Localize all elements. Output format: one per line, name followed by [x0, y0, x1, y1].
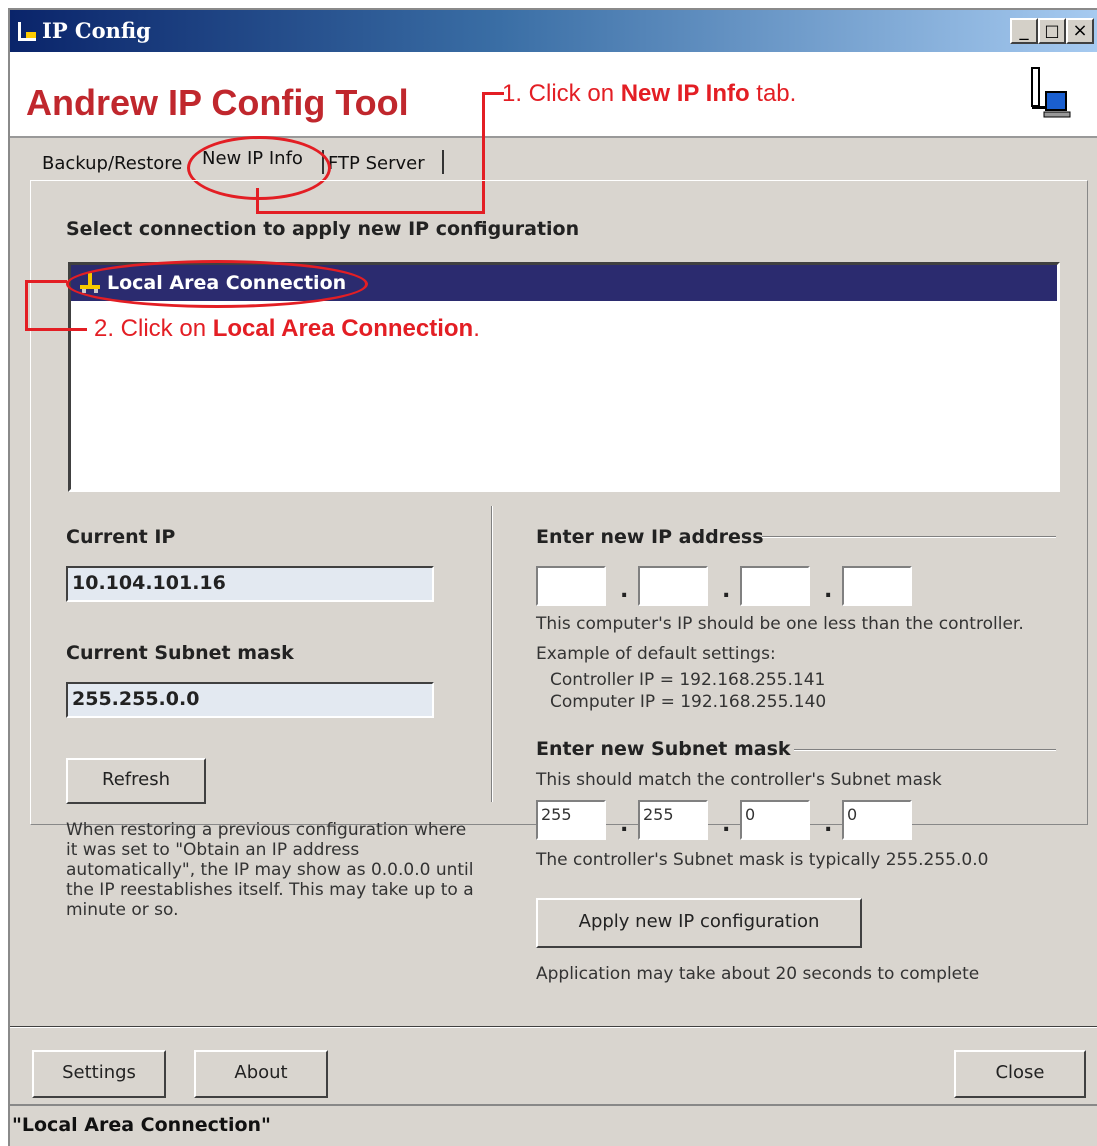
octet-dot: . [722, 578, 731, 603]
new-ip-octet-3[interactable] [740, 566, 810, 606]
connection-heading: Select connection to apply new IP config… [66, 218, 580, 240]
new-subnet-heading: Enter new Subnet mask [536, 738, 791, 760]
window-title: IP Config [42, 18, 151, 43]
app-icon [18, 22, 36, 41]
new-subnet-octet-3[interactable]: 0 [740, 800, 810, 840]
minimize-button[interactable]: _ [1010, 18, 1038, 44]
octet-dot: . [722, 812, 731, 837]
refresh-button[interactable]: Refresh [66, 758, 206, 804]
annotation-line [25, 280, 67, 283]
current-subnet-field: 255.255.0.0 [66, 682, 434, 718]
title-bar[interactable]: IP Config _ □ × [10, 10, 1097, 52]
footer-divider [10, 1026, 1097, 1028]
tab-divider [442, 150, 444, 174]
current-subnet-label: Current Subnet mask [66, 642, 294, 664]
octet-dot: . [620, 578, 629, 603]
subnet-typical-note: The controller's Subnet mask is typicall… [536, 850, 989, 870]
octet-dot: . [824, 812, 833, 837]
section-rule [794, 749, 1056, 751]
example-computer-ip: Computer IP = 192.168.255.140 [550, 692, 827, 712]
tab-ftp-server[interactable]: FTP Server [328, 153, 425, 174]
computer-network-icon [1031, 67, 1071, 118]
annotation-step-2: 2. Click on Local Area Connection. [94, 315, 480, 342]
status-text: "Local Area Connection" [12, 1114, 271, 1136]
status-bar: "Local Area Connection" [10, 1104, 1097, 1146]
new-ip-heading: Enter new IP address [536, 526, 764, 548]
annotation-line [482, 92, 504, 95]
new-ip-octet-1[interactable] [536, 566, 606, 606]
ip-config-window: IP Config _ □ × Andrew IP Config Tool Ba… [8, 8, 1097, 1146]
new-subnet-octet-4[interactable]: 0 [842, 800, 912, 840]
close-window-button[interactable]: × [1066, 18, 1094, 44]
annotation-line [25, 280, 28, 330]
ip-hint: This computer's IP should be one less th… [536, 614, 1024, 634]
tab-backup-restore[interactable]: Backup/Restore [42, 153, 182, 174]
octet-dot: . [620, 812, 629, 837]
connection-highlight-circle [66, 260, 368, 308]
maximize-button[interactable]: □ [1038, 18, 1066, 44]
new-subnet-octet-1[interactable]: 255 [536, 800, 606, 840]
new-subnet-octet-2[interactable]: 255 [638, 800, 708, 840]
new-ip-octet-2[interactable] [638, 566, 708, 606]
current-ip-field: 10.104.101.16 [66, 566, 434, 602]
about-button[interactable]: About [194, 1050, 328, 1098]
example-heading: Example of default settings: [536, 644, 776, 664]
section-rule [762, 536, 1056, 538]
apply-ip-config-button[interactable]: Apply new IP configuration [536, 898, 862, 948]
example-controller-ip: Controller IP = 192.168.255.141 [550, 670, 826, 690]
subnet-hint: This should match the controller's Subne… [536, 770, 942, 790]
annotation-step-1: 1. Click on New IP Info tab. [502, 80, 797, 107]
current-ip-label: Current IP [66, 526, 176, 548]
new-ip-octet-4[interactable] [842, 566, 912, 606]
column-divider [491, 506, 493, 802]
apply-note: Application may take about 20 seconds to… [536, 964, 980, 984]
settings-button[interactable]: Settings [32, 1050, 166, 1098]
close-button[interactable]: Close [954, 1050, 1086, 1098]
octet-dot: . [824, 578, 833, 603]
annotation-line [25, 328, 87, 331]
restore-note: When restoring a previous configuration … [66, 820, 474, 920]
app-title: Andrew IP Config Tool [26, 82, 409, 123]
